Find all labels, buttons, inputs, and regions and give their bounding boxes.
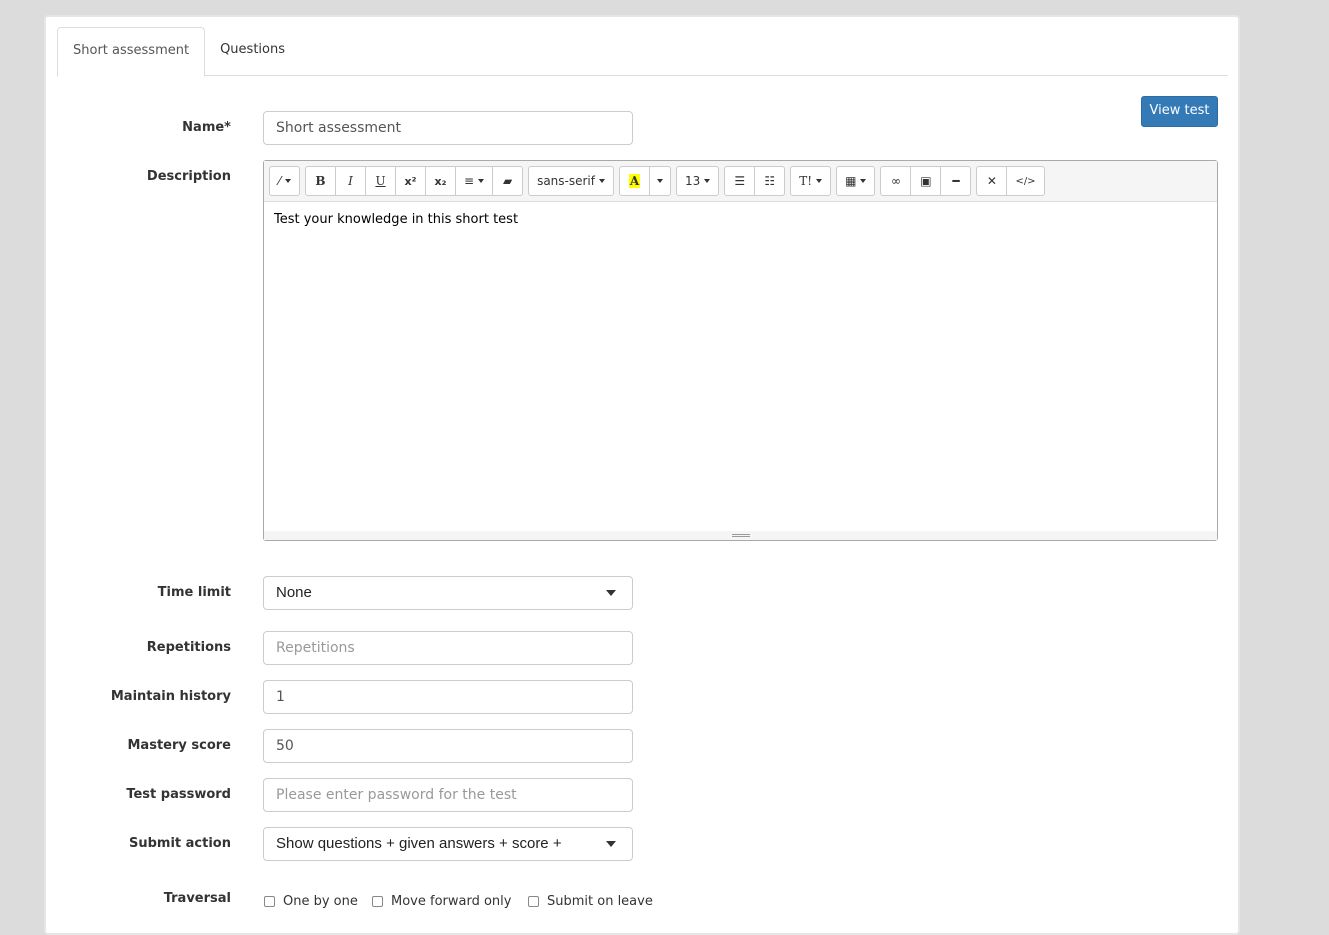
one-by-one-label: One by one bbox=[283, 894, 358, 909]
numbered-list-button[interactable]: ☷ bbox=[754, 166, 786, 196]
time-limit-value: None bbox=[276, 584, 312, 601]
magic-style-button[interactable]: ⁄ bbox=[269, 166, 300, 196]
eraser-button[interactable]: ▰ bbox=[492, 166, 524, 196]
highlight-a-icon: A bbox=[628, 174, 641, 188]
code-view-button[interactable]: </> bbox=[1006, 166, 1045, 196]
align-left-icon: ≡ bbox=[464, 174, 475, 188]
table-icon: ▦ bbox=[845, 174, 857, 188]
caret-down-icon bbox=[606, 841, 616, 847]
repetitions-label: Repetitions bbox=[146, 640, 231, 655]
test-settings-panel: Short assessment Questions View test Nam… bbox=[44, 15, 1240, 935]
bold-button[interactable]: B bbox=[305, 166, 336, 196]
view-test-button[interactable]: View test bbox=[1141, 96, 1218, 127]
text-height-icon: T! bbox=[799, 174, 813, 188]
submit-action-value: Show questions + given answers + score + bbox=[276, 835, 562, 852]
tab-questions[interactable]: Questions bbox=[205, 27, 300, 76]
submit-action-select[interactable]: Show questions + given answers + score + bbox=[263, 827, 633, 861]
maintain-history-label: Maintain history bbox=[110, 689, 231, 704]
traversal-label: Traversal bbox=[163, 891, 231, 906]
superscript-button[interactable]: x² bbox=[395, 166, 426, 196]
link-button[interactable]: ∞ bbox=[880, 166, 912, 196]
repetitions-input[interactable]: Repetitions bbox=[263, 631, 633, 665]
align-button[interactable]: ≡ bbox=[455, 166, 494, 196]
editor-resize-handle[interactable] bbox=[264, 531, 1217, 540]
fullscreen-button[interactable]: ✕ bbox=[976, 166, 1008, 196]
underline-button[interactable]: U bbox=[365, 166, 396, 196]
time-limit-label: Time limit bbox=[157, 585, 231, 600]
table-dropdown[interactable]: ▦ bbox=[836, 166, 876, 196]
font-family-dropdown[interactable]: sans-serif bbox=[528, 166, 614, 196]
link-icon: ∞ bbox=[890, 174, 901, 188]
description-label: Description bbox=[146, 169, 231, 184]
font-size-value: 13 bbox=[684, 174, 701, 188]
fullscreen-icon: ✕ bbox=[986, 174, 997, 188]
one-by-one-checkbox[interactable]: One by one bbox=[264, 894, 358, 909]
horizontal-rule-button[interactable]: ━ bbox=[940, 166, 972, 196]
caret-down-icon bbox=[606, 590, 616, 596]
image-button[interactable]: ▣ bbox=[910, 166, 942, 196]
magic-wand-icon: ⁄ bbox=[278, 174, 281, 188]
submit-on-leave-label: Submit on leave bbox=[547, 894, 653, 909]
tab-short-assessment[interactable]: Short assessment bbox=[57, 27, 206, 77]
submit-action-label: Submit action bbox=[128, 836, 231, 851]
test-password-label: Test password bbox=[126, 787, 231, 802]
image-icon: ▣ bbox=[920, 174, 932, 188]
font-family-value: sans-serif bbox=[537, 174, 595, 188]
horizontal-rule-icon: ━ bbox=[952, 174, 960, 188]
unordered-list-icon: ☰ bbox=[734, 174, 746, 188]
editor-content[interactable]: Test your knowledge in this short test bbox=[264, 202, 1217, 237]
move-forward-only-checkbox[interactable]: Move forward only bbox=[372, 894, 511, 909]
editor-toolbar: ⁄ B I U x² x₂ ≡ ▰ sans-serif A 13 ☰ ☷ T!… bbox=[264, 161, 1217, 202]
color-dropdown-button[interactable] bbox=[648, 166, 671, 196]
ordered-list-icon: ☷ bbox=[764, 174, 776, 188]
bullet-list-button[interactable]: ☰ bbox=[724, 166, 756, 196]
eraser-icon: ▰ bbox=[502, 174, 513, 188]
name-label: Name* bbox=[182, 120, 231, 135]
description-editor: ⁄ B I U x² x₂ ≡ ▰ sans-serif A 13 ☰ ☷ T!… bbox=[263, 160, 1218, 541]
font-size-dropdown[interactable]: 13 bbox=[675, 166, 720, 196]
checkbox-box[interactable] bbox=[528, 896, 539, 907]
text-color-button[interactable]: A bbox=[618, 166, 650, 196]
mastery-score-label: Mastery score bbox=[127, 738, 232, 753]
submit-on-leave-checkbox[interactable]: Submit on leave bbox=[528, 894, 653, 909]
checkbox-box[interactable] bbox=[264, 896, 275, 907]
line-height-dropdown[interactable]: T! bbox=[790, 166, 832, 196]
checkbox-box[interactable] bbox=[372, 896, 383, 907]
test-password-input[interactable]: Please enter password for the test bbox=[263, 778, 633, 812]
mastery-score-input[interactable]: 50 bbox=[263, 729, 633, 763]
tab-bar: Short assessment Questions bbox=[57, 27, 1228, 77]
subscript-button[interactable]: x₂ bbox=[425, 166, 456, 196]
italic-button[interactable]: I bbox=[335, 166, 366, 196]
move-forward-only-label: Move forward only bbox=[391, 894, 512, 909]
maintain-history-input[interactable]: 1 bbox=[263, 680, 633, 714]
name-input[interactable]: Short assessment bbox=[263, 111, 633, 145]
time-limit-select[interactable]: None bbox=[263, 576, 633, 610]
